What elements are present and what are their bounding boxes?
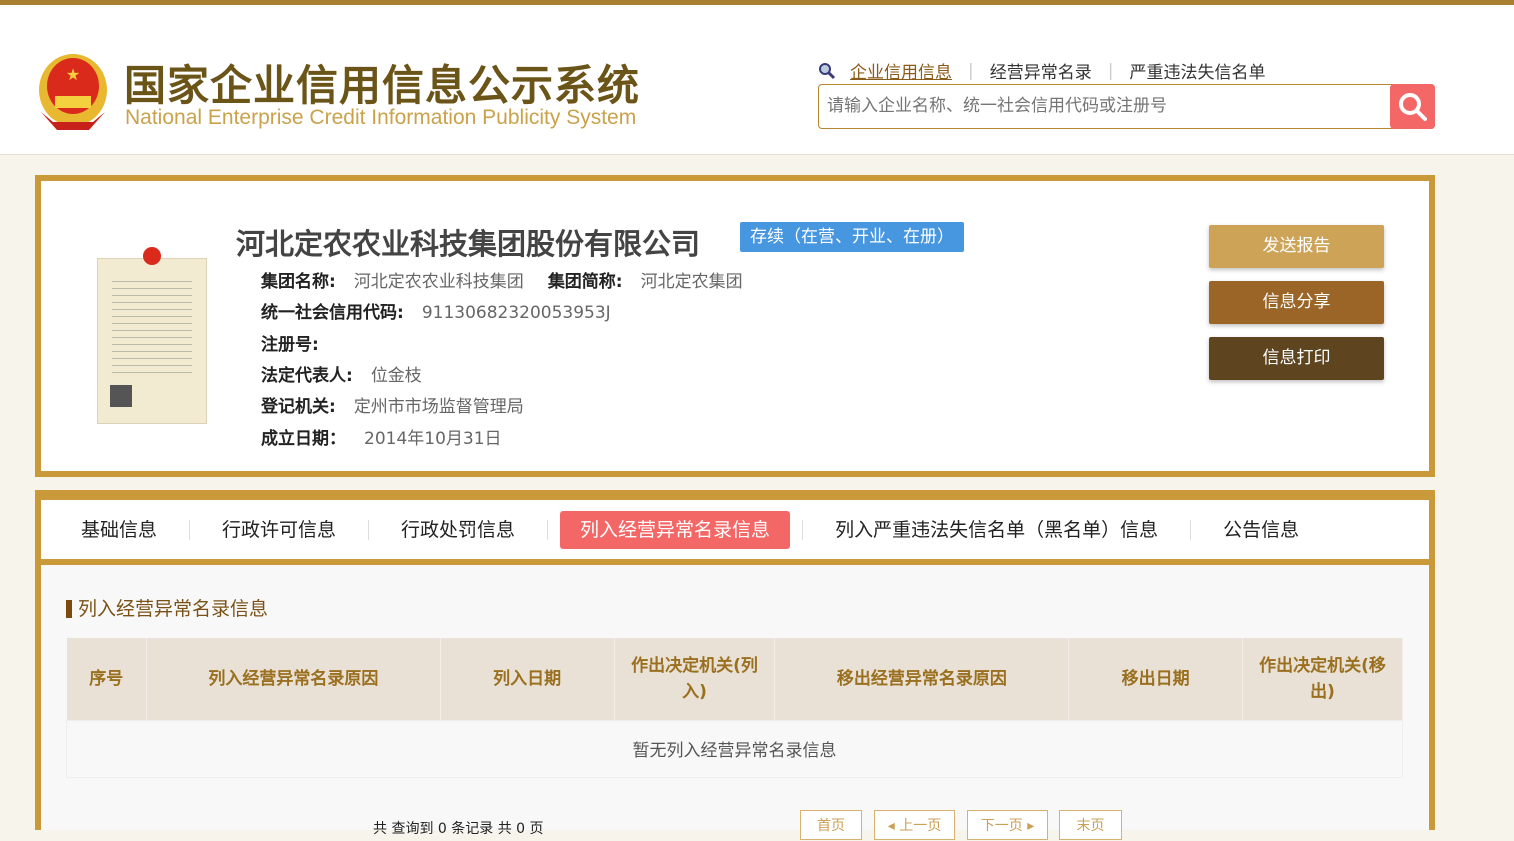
status-badge: 存续（在营、开业、在册） [740,222,964,252]
prev-label: 上一页 [899,818,942,834]
group-info-row: 集团名称: 河北定农农业科技集团 集团简称: 河北定农集团 [261,267,743,292]
label: 登记机关: [261,397,336,417]
table-header-row: 序号 列入经营异常名录原因 列入日期 作出决定机关(列入) 移出经营异常名录原因… [66,638,1403,720]
table-row: 暂无列入经营异常名录信息 [66,719,1403,778]
col-removal-authority: 作出决定机关(移出) [1242,638,1403,720]
col-removal-date: 移出日期 [1068,638,1244,720]
label: 统一社会信用代码: [261,303,404,323]
search-box [818,84,1435,129]
tab-bar: 基础信息 行政许可信息 行政处罚信息 列入经营异常名录信息 列入严重违法失信名单… [41,500,1429,565]
header-nav: 企业信用信息 | 经营异常名录 | 严重违法失信名单 [818,58,1265,83]
business-license-image[interactable] [97,247,207,424]
first-page-button[interactable]: 首页 [800,810,862,840]
col-listing-date: 列入日期 [440,638,615,720]
col-listing-reason: 列入经营异常名录原因 [146,638,441,720]
national-emblem-icon: ★ [39,54,107,130]
search-input[interactable] [819,85,1379,126]
search-button[interactable] [1390,84,1435,129]
magnifier-icon [819,62,836,79]
print-info-button[interactable]: 信息打印 [1209,337,1384,380]
logo-title-en: National Enterprise Credit Information P… [125,106,637,129]
value: 河北定农农业科技集团 [353,272,524,292]
last-page-button[interactable]: 末页 [1059,810,1122,840]
col-removal-reason: 移出经营异常名录原因 [774,638,1070,720]
logo-title-cn: 国家企业信用信息公示系统 [124,61,641,110]
value: 91130682320053953J [421,303,611,323]
label: 集团名称: [261,272,336,292]
label: 法定代表人: [261,366,353,386]
credit-code-row: 统一社会信用代码: 91130682320053953J [261,298,611,323]
tab-separator [189,519,191,540]
nav-blacklist[interactable]: 严重违法失信名单 [1129,58,1265,83]
share-info-button[interactable]: 信息分享 [1209,281,1384,324]
caret-right-icon: ▸ [1022,818,1035,834]
caret-left-icon: ◂ [887,818,900,834]
value: 河北定农集团 [640,272,743,292]
next-page-button[interactable]: 下一页 ▸ [967,810,1048,840]
empty-message: 暂无列入经营异常名录信息 [66,719,1403,778]
tab-separator [368,519,370,540]
tab-abnormal-list[interactable]: 列入经营异常名录信息 [560,510,791,549]
tab-basic-info[interactable]: 基础信息 [61,511,177,549]
value: 2014年10月31日 [364,429,502,449]
legal-rep-row: 法定代表人: 位金枝 [261,361,422,386]
company-card: 河北定农农业科技集团股份有限公司 存续（在营、开业、在册） 集团名称: 河北定农农… [35,175,1435,477]
detail-panel: 基础信息 行政许可信息 行政处罚信息 列入经营异常名录信息 列入严重违法失信名单… [35,490,1435,840]
prev-page-button[interactable]: ◂ 上一页 [874,810,955,840]
authority-row: 登记机关: 定州市市场监督管理局 [261,392,524,417]
company-name: 河北定农农业科技集团股份有限公司 [236,227,701,261]
tab-admin-penalty[interactable]: 行政处罚信息 [381,511,535,549]
tab-separator [1190,519,1192,540]
value: 位金枝 [370,366,422,386]
svg-text:★: ★ [66,65,80,84]
next-label: 下一页 [980,818,1023,834]
abnormal-list-table: 序号 列入经营异常名录原因 列入日期 作出决定机关(列入) 移出经营异常名录原因… [66,638,1403,778]
search-icon [1398,92,1427,121]
label: 集团简称: [547,272,623,292]
reg-no-row: 注册号: [261,330,319,355]
tab-announcements[interactable]: 公告信息 [1203,511,1319,549]
value: 定州市市场监督管理局 [353,397,524,417]
tab-separator [802,519,804,540]
send-report-button[interactable]: 发送报告 [1209,225,1384,268]
col-index: 序号 [66,638,147,720]
tab-blacklist[interactable]: 列入严重违法失信名单（黑名单）信息 [815,511,1178,549]
section-title: 列入经营异常名录信息 [66,600,268,619]
tab-admin-license[interactable]: 行政许可信息 [202,511,356,549]
label: 注册号: [261,335,319,355]
col-listing-authority: 作出决定机关(列入) [614,638,776,720]
nav-abnormal-list[interactable]: 经营异常名录 [990,58,1092,83]
tab-separator [547,519,549,540]
nav-separator: | [968,60,974,81]
nav-credit-info[interactable]: 企业信用信息 [850,58,952,83]
label: 成立日期： [261,429,346,449]
found-date-row: 成立日期： 2014年10月31日 [261,424,502,449]
pager-info: 共 查询到 0 条记录 共 0 页 [373,821,544,837]
nav-separator: | [1107,60,1114,81]
